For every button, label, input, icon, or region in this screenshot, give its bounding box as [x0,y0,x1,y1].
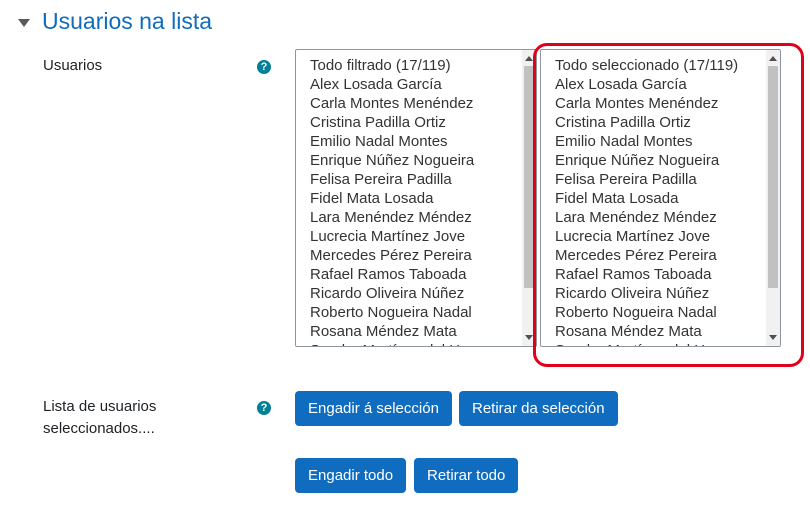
available-users-list[interactable]: Todo filtrado (17/119) Alex Losada García… [295,49,537,347]
add-selection-button[interactable]: Engadir á selección [295,391,452,426]
list-item[interactable]: Roberto Nogueira Nadal [310,303,518,322]
section-header[interactable]: Usuarios na lista [18,8,212,35]
users-help-icon[interactable]: ? [257,60,271,74]
list-item[interactable]: Carla Montes Menéndez [310,94,518,113]
list-item[interactable]: Fidel Mata Losada [310,189,518,208]
add-all-button[interactable]: Engadir todo [295,458,407,493]
scroll-down-icon[interactable] [525,335,533,340]
list-item[interactable]: Emilio Nadal Montes [310,132,518,151]
remove-selection-button[interactable]: Retirar da selección [459,391,618,426]
list-item[interactable]: Mercedes Pérez Pereira [310,246,518,265]
list-item[interactable]: Rosana Méndez Mata [310,322,518,341]
list-item[interactable]: Enrique Núñez Nogueira [310,151,518,170]
users-label: Usuarios [43,57,103,74]
selected-users-help-icon[interactable]: ? [257,401,271,415]
section-title: Usuarios na lista [42,8,213,34]
selected-users-label: Lista de usuarios seleccionados.... [43,398,157,437]
scroll-up-icon[interactable] [525,56,533,61]
list-item[interactable]: Todo filtrado (17/119) [310,56,518,75]
list-item[interactable]: Cristina Padilla Ortiz [310,113,518,132]
list-item[interactable]: Lara Menéndez Méndez [310,208,518,227]
list-item[interactable]: Ricardo Oliveira Núñez [310,284,518,303]
list-item[interactable]: Alex Losada García [310,75,518,94]
list-item[interactable]: Lucrecia Martínez Jove [310,227,518,246]
available-users-items: Todo filtrado (17/119) Alex Losada García… [310,56,518,346]
list-item[interactable]: Rafael Ramos Taboada [310,265,518,284]
list-item[interactable]: Felisa Pereira Padilla [310,170,518,189]
remove-all-button[interactable]: Retirar todo [414,458,519,493]
highlight-annotation [533,43,804,367]
collapse-caret-icon[interactable] [18,18,30,27]
list-item[interactable]: Sandra Martínez del Herrero [310,341,518,346]
